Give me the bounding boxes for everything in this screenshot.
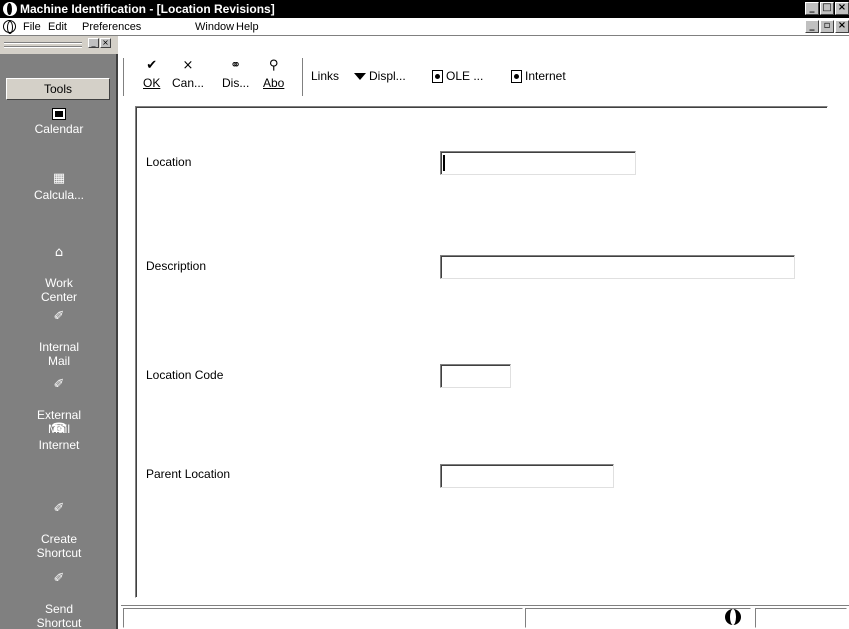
tool-label: Calendar	[34, 122, 84, 136]
tools-panel: Tools Calendar ▦ Calcula... ⌂ Work Cente…	[0, 54, 118, 629]
mdi-close-button[interactable]: ×	[835, 20, 849, 33]
location-label: Location	[146, 155, 192, 169]
ole-document-icon	[432, 69, 443, 83]
dropdown-arrow-icon	[354, 72, 366, 80]
x-icon: ×	[182, 58, 194, 73]
tool-internet[interactable]: ☎ Internet	[0, 421, 118, 453]
text-caret	[443, 155, 445, 171]
checkmark-icon: ✔	[146, 58, 158, 73]
calendar-icon	[52, 108, 66, 120]
menu-help[interactable]: Help	[236, 21, 259, 33]
status-cell-extra	[755, 608, 847, 628]
tool-calendar[interactable]: Calendar	[0, 108, 118, 136]
mdi-controls: _ ▫ ×	[805, 20, 849, 33]
status-bar	[121, 605, 849, 629]
parent-location-label: Parent Location	[146, 467, 231, 481]
binoculars-icon: ⚭	[230, 58, 242, 73]
document-globe-icon[interactable]	[3, 20, 16, 34]
links-label: Links	[311, 69, 340, 83]
grip-line	[4, 42, 82, 44]
pencil-icon: ✐	[53, 377, 65, 392]
display-label: Dis...	[222, 76, 250, 90]
location-input[interactable]	[440, 151, 636, 175]
internet-document-icon	[511, 69, 522, 83]
tool-send-shortcut[interactable]: ✐ Send Shortcut	[0, 558, 118, 629]
tool-label: Create Shortcut	[36, 532, 82, 560]
tools-panel-grip[interactable]: _ ×	[0, 36, 118, 54]
tools-header-button[interactable]: Tools	[6, 78, 110, 100]
menu-file[interactable]: File	[23, 21, 41, 33]
tool-label: Internet	[38, 438, 80, 452]
window-title: Machine Identification - [Location Revis…	[20, 2, 275, 16]
tool-label: Send Shortcut	[36, 602, 82, 629]
form-area	[121, 100, 849, 608]
app-globe-icon[interactable]	[3, 2, 17, 16]
location-code-input[interactable]	[440, 364, 511, 388]
toolbar-separator	[123, 58, 125, 96]
toolbar: ✔ OK × Can... ⚭ Dis... ⚲ Abo Links Displ…	[121, 54, 849, 100]
ok-button[interactable]: ✔ OK	[143, 58, 160, 90]
maximize-button[interactable]: □	[820, 2, 834, 15]
status-cell-main	[123, 608, 523, 628]
parent-location-input[interactable]	[440, 464, 614, 488]
tool-calculator[interactable]: ▦ Calcula...	[0, 171, 118, 203]
about-button[interactable]: ⚲ Abo	[263, 58, 284, 90]
grip-line	[4, 46, 82, 48]
tools-minimize-icon[interactable]: _	[88, 38, 99, 48]
cancel-label: Can...	[172, 76, 205, 90]
location-code-label: Location Code	[146, 368, 224, 382]
menu-window[interactable]: Window	[195, 21, 234, 33]
close-button[interactable]: ×	[835, 2, 849, 15]
pencil-icon: ✐	[53, 501, 65, 516]
tool-internal-mail[interactable]: ✐ Internal Mail	[0, 296, 118, 369]
status-cell-secondary	[525, 608, 751, 628]
about-label: Abo	[263, 76, 285, 90]
ok-label: OK	[143, 76, 161, 90]
internet-button[interactable]: Internet	[511, 69, 566, 83]
mdi-minimize-button[interactable]: _	[805, 20, 819, 33]
internet-label: Internet	[525, 69, 566, 83]
description-input[interactable]	[440, 255, 795, 279]
title-bar: Machine Identification - [Location Revis…	[0, 0, 849, 18]
globe-icon	[725, 609, 741, 625]
display-button[interactable]: ⚭ Dis...	[222, 58, 249, 90]
menu-edit[interactable]: Edit	[48, 21, 67, 33]
tools-close-icon[interactable]: ×	[100, 38, 111, 48]
ole-label: OLE ...	[446, 69, 484, 83]
mdi-restore-button[interactable]: ▫	[820, 20, 834, 33]
cancel-button[interactable]: × Can...	[172, 58, 204, 90]
toolbar-separator	[302, 58, 304, 96]
links-button[interactable]: Links	[311, 69, 339, 83]
window-controls: _ □ ×	[805, 2, 849, 15]
work-center-icon: ⌂	[54, 245, 64, 260]
minimize-button[interactable]: _	[805, 2, 819, 15]
ole-button[interactable]: OLE ...	[432, 69, 483, 83]
display-dropdown[interactable]: Displ...	[350, 69, 406, 83]
location-revisions-form	[135, 106, 828, 598]
tool-work-center[interactable]: ⌂ Work Center	[0, 232, 118, 305]
help-pointer-icon: ⚲	[268, 58, 279, 73]
pencil-icon: ✐	[53, 571, 65, 586]
calculator-icon: ▦	[52, 171, 66, 186]
menu-bar: File Edit Preferences Window Help _ ▫ ×	[0, 18, 849, 36]
tool-label: Calcula...	[33, 188, 85, 202]
displ-label: Displ...	[369, 69, 406, 83]
menu-preferences[interactable]: Preferences	[82, 21, 141, 33]
phone-icon: ☎	[50, 421, 68, 436]
description-label: Description	[146, 259, 207, 273]
pencil-icon: ✐	[53, 309, 65, 324]
tool-create-shortcut[interactable]: ✐ Create Shortcut	[0, 488, 118, 561]
